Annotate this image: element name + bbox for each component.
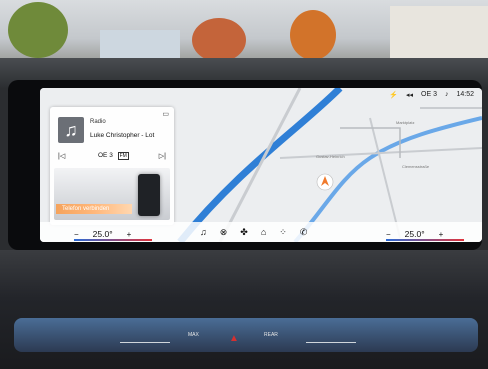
max-defrost-button[interactable]: MAX bbox=[188, 332, 199, 338]
building-right bbox=[390, 6, 488, 64]
phone-connect-button[interactable]: Telefon verbinden bbox=[56, 204, 132, 214]
music-note-icon: ♫ bbox=[58, 117, 84, 143]
phone-icon[interactable]: ✆ bbox=[300, 227, 308, 238]
home-icon[interactable]: ⌂ bbox=[261, 227, 266, 238]
phone-connect-panel[interactable]: Telefon verbinden bbox=[54, 168, 170, 220]
fm-badge-icon: FM bbox=[117, 152, 129, 160]
status-time: 14:52 bbox=[456, 91, 474, 98]
signal-icon: ◂◂ bbox=[405, 92, 414, 99]
left-slider[interactable] bbox=[120, 342, 170, 343]
building-left bbox=[100, 30, 180, 58]
temp-left-gradient bbox=[74, 239, 152, 241]
status-station: OE 3 bbox=[421, 91, 437, 98]
media-menu-icon[interactable]: ▭ bbox=[162, 110, 169, 118]
phone-illustration bbox=[138, 174, 160, 216]
street-label-2: Gustav-Heinrich bbox=[316, 154, 345, 159]
climate-right: − 25.0° + bbox=[386, 229, 464, 241]
temp-left-minus[interactable]: − bbox=[74, 230, 79, 239]
infotainment-screen: Marktplatz Gustav-Heinrich Clemensstraße… bbox=[40, 88, 482, 242]
temp-right-plus[interactable]: + bbox=[439, 230, 444, 239]
street-label-1: Marktplatz bbox=[396, 120, 414, 125]
music-note-status-icon: ♪ bbox=[444, 91, 449, 98]
tree-left bbox=[8, 2, 68, 58]
apps-icon[interactable]: ⁘ bbox=[279, 227, 287, 238]
hazard-icon[interactable]: ▲ bbox=[229, 333, 239, 344]
steering-wheel-icon[interactable]: ⊗ bbox=[220, 227, 228, 238]
fan-icon[interactable]: ✤ bbox=[240, 227, 248, 238]
media-station-label: OE 3 bbox=[98, 152, 113, 159]
skip-back-icon[interactable]: |◁ bbox=[58, 152, 65, 160]
media-widget[interactable]: ♫ Radio Luke Christopher - Lot ▭ |◁ OE 3… bbox=[50, 107, 174, 225]
bottom-control-bar: − 25.0° + ♫ ⊗ ✤ ⌂ ⁘ ✆ − 25.0° + bbox=[40, 222, 482, 242]
car-dashboard-photo: Marktplatz Gustav-Heinrich Clemensstraße… bbox=[0, 0, 488, 369]
temp-right-value[interactable]: 25.0° bbox=[405, 229, 425, 239]
tree-orange bbox=[290, 10, 336, 60]
music-icon[interactable]: ♫ bbox=[200, 227, 207, 238]
street-label-3: Clemensstraße bbox=[402, 164, 430, 169]
temp-right-gradient bbox=[386, 239, 464, 241]
right-slider[interactable] bbox=[306, 342, 356, 343]
temp-left-value[interactable]: 25.0° bbox=[93, 229, 113, 239]
track-title: Luke Christopher - Lot bbox=[90, 132, 155, 139]
climate-control-strip bbox=[14, 318, 478, 352]
media-station: OE 3 FM bbox=[98, 152, 129, 160]
skip-forward-icon[interactable]: ▷| bbox=[159, 152, 166, 160]
tree-autumn bbox=[192, 18, 246, 62]
bluetooth-icon: ⚡ bbox=[389, 92, 398, 99]
nav-icon-row: ♫ ⊗ ✤ ⌂ ⁘ ✆ bbox=[200, 227, 307, 238]
media-source: Radio bbox=[90, 119, 106, 125]
temp-left-plus[interactable]: + bbox=[127, 230, 132, 239]
climate-left: − 25.0° + bbox=[74, 229, 152, 241]
rear-defrost-button[interactable]: REAR bbox=[264, 332, 278, 338]
status-bar: ⚡ ◂◂ OE 3 ♪ 14:52 bbox=[389, 91, 474, 99]
temp-right-minus[interactable]: − bbox=[386, 230, 391, 239]
